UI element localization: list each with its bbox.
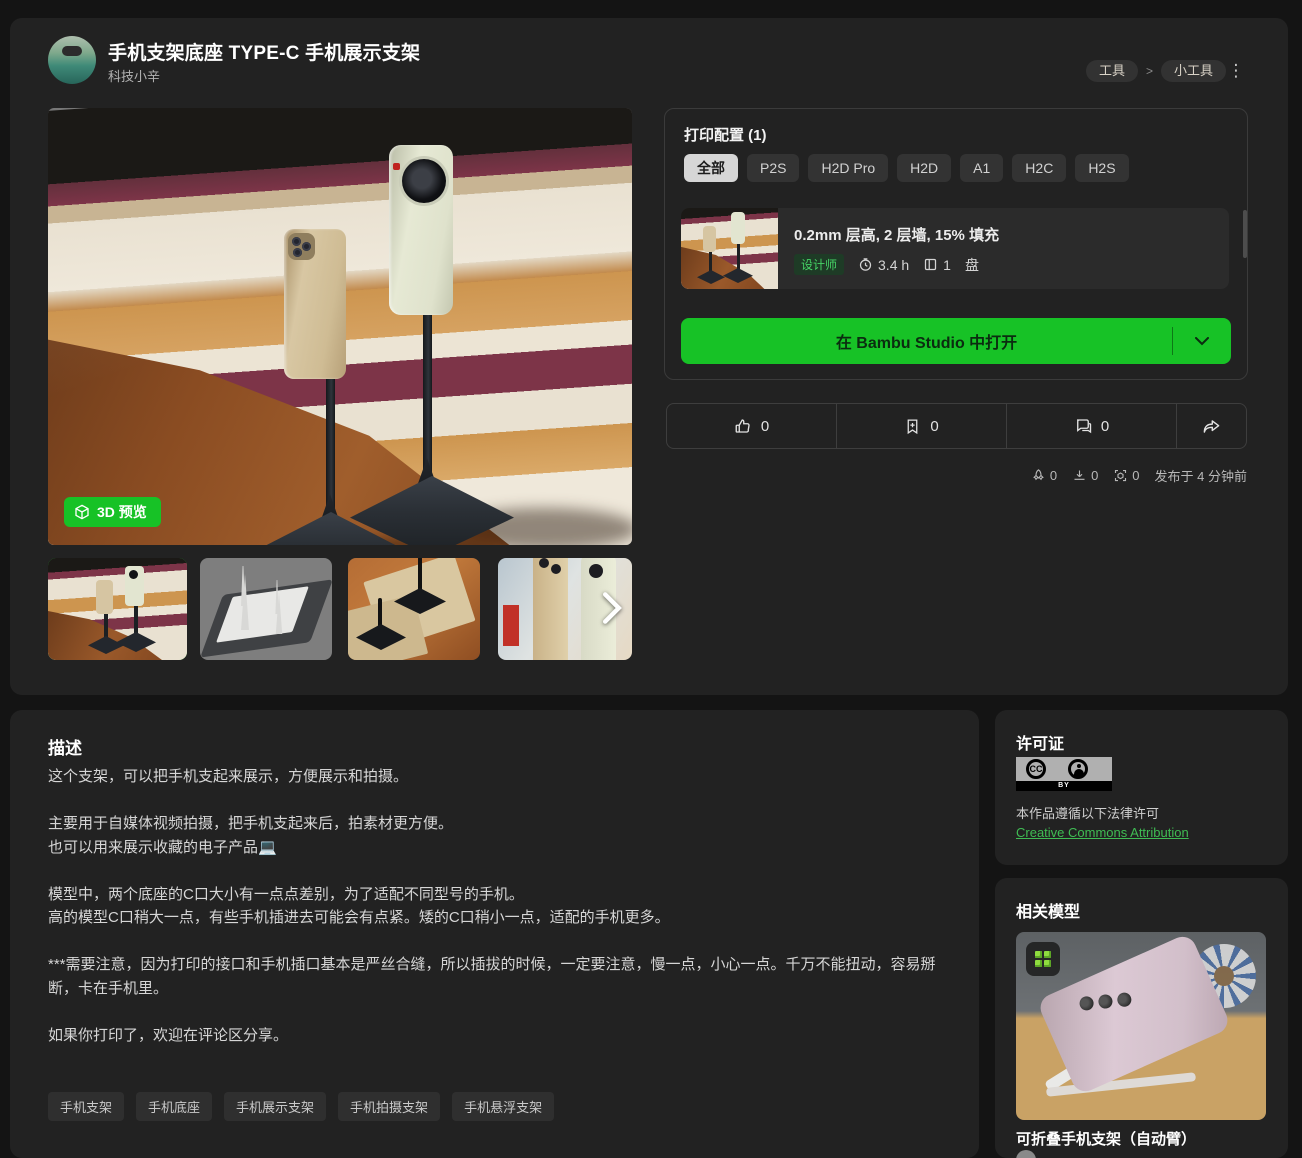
makerworld-model-page: 手机支架底座 TYPE-C 手机展示支架 科技小辛 工具 > 小工具 ⋮ 3D … <box>0 0 1302 1158</box>
cube-icon <box>75 504 89 520</box>
action-bar: 0 0 0 <box>666 403 1247 449</box>
print-stat: 0 <box>1113 468 1140 483</box>
printer-filter-chip[interactable]: H2D <box>897 154 952 182</box>
printer-filter-chip[interactable]: 全部 <box>684 154 738 182</box>
model-tag[interactable]: 手机展示支架 <box>224 1092 327 1121</box>
preview-label: 3D 预览 <box>97 504 147 520</box>
description-body: 这个支架，可以把手机支起来展示，方便展示和拍摄。 主要用于自媒体视频拍摄，把手机… <box>48 765 953 1047</box>
print-config-title: 打印配置 (1) <box>684 127 767 144</box>
model-tag[interactable]: 手机悬浮支架 <box>452 1092 555 1121</box>
download-count: 0 <box>1091 468 1099 483</box>
author-name[interactable]: 科技小辛 <box>108 66 160 85</box>
description-line <box>48 859 953 883</box>
clock-icon <box>859 258 872 271</box>
description-line: 高的模型C口稍大一点，有些手机插进去可能会有点紧。矮的C口稍小一点，适配的手机更… <box>48 909 670 926</box>
license-note: 本作品遵循以下法律许可 <box>1016 806 1160 821</box>
bookmark-plus-icon <box>907 418 918 434</box>
chevron-down-icon <box>1195 336 1209 345</box>
profiles-cubes-icon <box>1035 951 1051 967</box>
printer-filter-chip[interactable]: A1 <box>960 154 1004 182</box>
printer-filter-chip[interactable]: P2S <box>747 154 800 182</box>
related-models-title: 相关模型 <box>1016 904 1081 921</box>
license-title: 许可证 <box>1016 736 1065 753</box>
description-line: 模型中，两个底座的C口大小有一点点差别，为了适配不同型号的手机。 <box>48 885 524 903</box>
model-tag[interactable]: 手机底座 <box>136 1092 213 1121</box>
description-line <box>48 789 953 813</box>
description-line: 如果你打印了，欢迎在评论区分享。 <box>48 1026 289 1044</box>
profiles-badge <box>1026 942 1060 976</box>
comment-count: 0 <box>1100 417 1110 435</box>
bookmark-button[interactable]: 0 <box>837 404 1007 448</box>
like-button[interactable]: 0 <box>667 404 837 448</box>
tag-list: 手机支架 手机底座 手机展示支架 手机拍摄支架 手机悬浮支架 <box>48 1092 555 1121</box>
printer-filter-chip[interactable]: H2C <box>1012 154 1067 182</box>
cream-phone <box>389 145 453 315</box>
breadcrumb-subcategory[interactable]: 小工具 <box>1160 60 1226 82</box>
attribution-person-icon <box>1068 759 1088 779</box>
printer-filter-chip[interactable]: H2S <box>1075 154 1129 182</box>
download-stat: 0 <box>1072 468 1098 483</box>
share-button[interactable] <box>1177 404 1246 448</box>
author-avatar[interactable] <box>48 36 96 84</box>
model-tag[interactable]: 手机支架 <box>48 1092 125 1121</box>
description-title: 描述 <box>48 739 82 758</box>
gallery-thumbnail[interactable] <box>48 558 187 660</box>
plate-count: 1 <box>923 257 951 273</box>
license-link[interactable]: Creative Commons Attribution <box>1016 825 1189 840</box>
plate-icon <box>925 258 937 271</box>
print-scan-icon <box>1115 469 1127 482</box>
published-time: 发布于 4 分钟前 <box>1154 469 1247 484</box>
breadcrumb-separator: > <box>1145 64 1153 78</box>
description-line <box>48 930 953 954</box>
print-profile-description: 0.2mm 层高, 2 层墙, 15% 填充 <box>794 227 1000 244</box>
boost-count: 0 <box>1049 468 1058 483</box>
gallery-thumbnail[interactable] <box>200 558 332 660</box>
gold-phone <box>284 229 346 379</box>
breadcrumb: 工具 > 小工具 <box>1085 60 1226 82</box>
share-icon <box>1203 419 1220 433</box>
description-line: 也可以用来展示收藏的电子产品💻 <box>48 838 277 856</box>
cc-by-badge: CC BY <box>1016 757 1112 791</box>
print-profile-meta: 设计师 3.4 h 1 盘 <box>794 254 979 275</box>
description-line: ***需要注意，因为打印的接口和手机插口基本是严丝合缝，所以插拔的时候，一定要注… <box>48 956 936 997</box>
print-count: 0 <box>1132 468 1140 483</box>
open-button-label: 在 Bambu Studio 中打开 <box>835 335 1018 352</box>
description-line: 这个支架，可以把手机支起来展示，方便展示和拍摄。 <box>48 768 409 785</box>
breadcrumb-category[interactable]: 工具 <box>1085 60 1138 82</box>
bookmark-count: 0 <box>930 417 939 435</box>
printer-filter-chip[interactable]: H2D Pro <box>808 154 889 182</box>
open-options-dropdown[interactable] <box>1173 336 1231 346</box>
print-profile-thumbnail <box>681 208 778 289</box>
description-line: 主要用于自媒体视频拍摄，把手机支起来后，拍素材更方便。 <box>48 815 454 832</box>
related-model-image[interactable] <box>1016 932 1266 1120</box>
chevron-right-icon <box>602 592 622 624</box>
profile-list-scrollbar[interactable] <box>1243 210 1247 258</box>
gallery-thumbnail[interactable] <box>348 558 480 660</box>
model-tag[interactable]: 手机拍摄支架 <box>338 1092 441 1121</box>
cc-badge-label: BY <box>1016 781 1112 791</box>
print-time: 3.4 h <box>858 257 909 273</box>
description-line <box>48 1000 953 1024</box>
open-in-bambu-studio-button[interactable]: 在 Bambu Studio 中打开 <box>681 318 1231 364</box>
related-model-title[interactable]: 可折叠手机支架（自动臂） <box>1016 1128 1196 1149</box>
printer-filter-chips: 全部 P2S H2D Pro H2D A1 H2C H2S <box>684 154 1129 182</box>
download-icon <box>1074 470 1085 480</box>
designer-badge: 设计师 <box>794 254 845 275</box>
thumbs-up-icon <box>735 419 750 433</box>
3d-preview-button[interactable]: 3D 预览 <box>64 497 161 527</box>
stats-row: 0 0 0 发布于 4 分钟前 <box>0 466 1247 485</box>
cc-icon: CC <box>1026 759 1046 779</box>
plate-unit: 盘 <box>964 256 979 273</box>
more-menu-icon[interactable]: ⋮ <box>1226 58 1246 84</box>
boost-stat: 0 <box>1031 468 1057 483</box>
comment-button[interactable]: 0 <box>1007 404 1177 448</box>
like-count: 0 <box>760 417 770 435</box>
gallery-next-button[interactable] <box>592 582 632 634</box>
rocket-icon <box>1033 469 1044 481</box>
page-title: 手机支架底座 TYPE-C 手机展示支架 <box>108 43 421 64</box>
comment-icon <box>1076 419 1092 434</box>
